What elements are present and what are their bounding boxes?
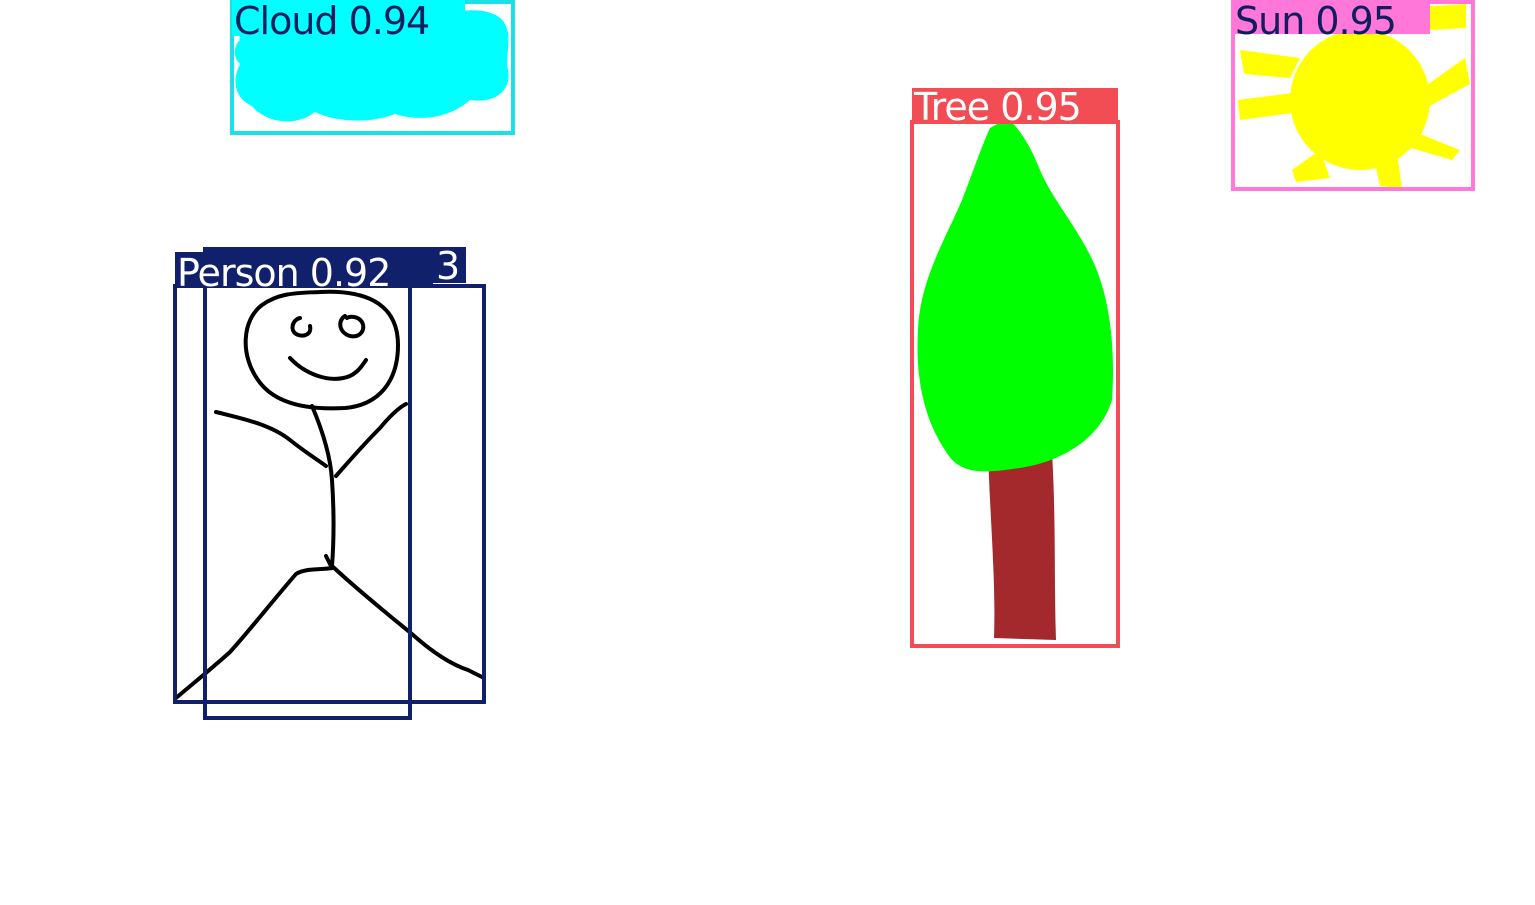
detection-label-person-a: Person 0.92 — [177, 251, 390, 295]
detection-person-a: Person 0.92 — [173, 251, 486, 704]
detection-label-tree: Tree 0.95 — [913, 85, 1081, 129]
annotated-drawing-canvas: Cloud 0.94 Tree 0.95 Sun 0.95 3 Person 0… — [173, 0, 1475, 720]
detection-label-cloud: Cloud 0.94 — [234, 0, 429, 43]
tree-drawing — [917, 118, 1114, 640]
detection-label-person-b: 3 — [436, 244, 459, 288]
stick-figure-drawing — [174, 289, 486, 700]
detection-label-sun: Sun 0.95 — [1235, 0, 1396, 43]
